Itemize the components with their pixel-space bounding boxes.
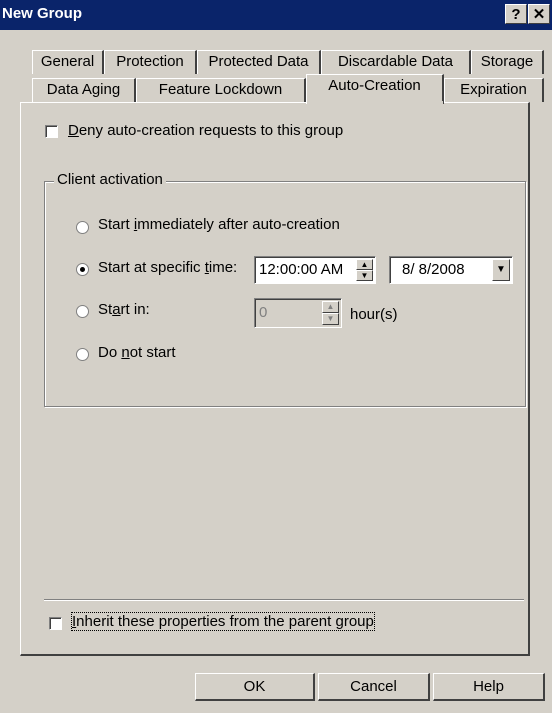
cancel-button[interactable]: Cancel [318, 673, 430, 701]
hours-value: 0 [259, 304, 268, 321]
radio-do-not-start-label[interactable]: Do not start [98, 344, 176, 361]
radio-do-not-start[interactable] [76, 348, 89, 361]
radio-start-immediately[interactable] [76, 221, 89, 234]
window-title: New Group [2, 5, 83, 22]
client-activation-label: Client activation [54, 171, 166, 188]
inherit-label[interactable]: Inherit these properties from the parent… [71, 612, 375, 631]
tab-protected-data[interactable]: Protected Data [197, 50, 321, 74]
time-spinner[interactable]: ▲ ▼ [356, 259, 373, 281]
hours-spinner[interactable]: ▲ ▼ [322, 301, 339, 325]
radio-start-in[interactable] [76, 305, 89, 318]
radio-start-immediately-label[interactable]: Start immediately after auto-creation [98, 216, 340, 233]
inherit-checkbox[interactable] [49, 617, 62, 630]
help-button[interactable]: Help [433, 673, 545, 701]
tab-expiration[interactable]: Expiration [444, 78, 544, 102]
hours-unit-label: hour(s) [350, 306, 398, 323]
deny-checkbox[interactable] [45, 125, 58, 138]
ok-button[interactable]: OK [195, 673, 315, 701]
spin-down-icon[interactable]: ▼ [356, 270, 373, 281]
tab-feature-lockdown[interactable]: Feature Lockdown [136, 78, 306, 102]
tab-general[interactable]: General [32, 50, 104, 74]
tab-data-aging[interactable]: Data Aging [32, 78, 136, 102]
spin-down-icon[interactable]: ▼ [322, 313, 339, 325]
help-title-button[interactable]: ? [505, 4, 527, 24]
spin-up-icon[interactable]: ▲ [356, 259, 373, 270]
radio-start-in-label[interactable]: Start in: [98, 301, 150, 318]
deny-label[interactable]: Deny auto-creation requests to this grou… [68, 122, 343, 139]
radio-start-at-specific-time-label[interactable]: Start at specific time: [98, 259, 237, 276]
tab-discardable-data[interactable]: Discardable Data [321, 50, 471, 74]
time-input[interactable]: 12:00:00 AM ▲ ▼ [254, 256, 376, 284]
time-value: 12:00:00 AM [259, 261, 344, 278]
date-picker[interactable]: 8/ 8/2008 ▼ [389, 256, 513, 284]
tab-storage[interactable]: Storage [471, 50, 544, 74]
hours-input[interactable]: 0 ▲ ▼ [254, 298, 342, 328]
title-bar [0, 0, 552, 30]
chevron-down-icon[interactable]: ▼ [492, 259, 510, 281]
close-icon[interactable]: ✕ [528, 4, 550, 24]
client-activation-group [44, 181, 526, 407]
date-value: 8/ 8/2008 [402, 261, 465, 278]
spin-up-icon[interactable]: ▲ [322, 301, 339, 313]
tab-auto-creation[interactable]: Auto-Creation [306, 74, 444, 104]
radio-start-at-specific-time[interactable] [76, 263, 89, 276]
separator [44, 599, 524, 601]
tab-protection[interactable]: Protection [104, 50, 197, 74]
